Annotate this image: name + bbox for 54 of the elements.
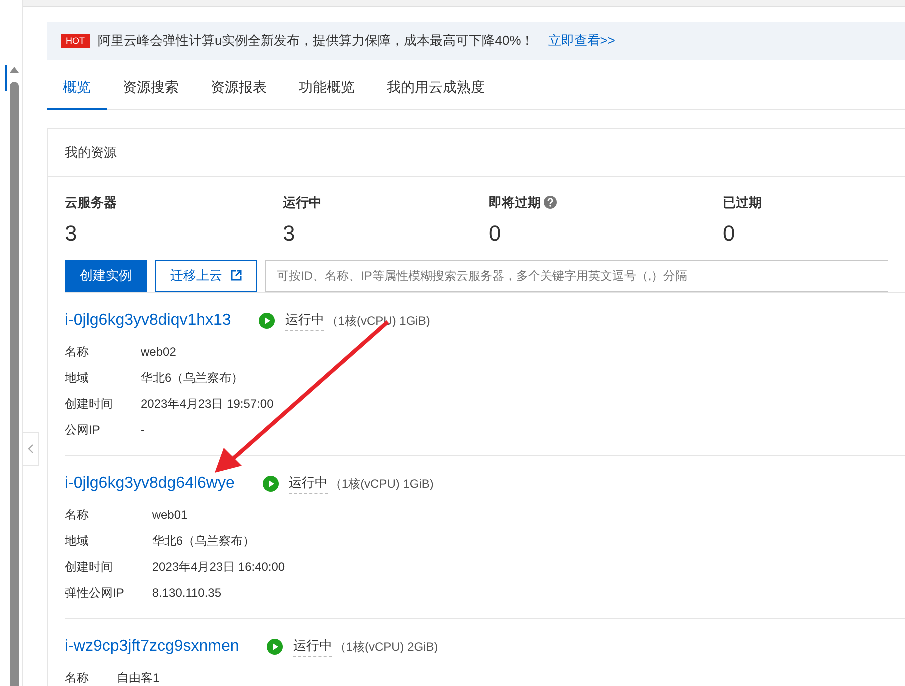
hot-badge: HOT <box>61 34 90 48</box>
tab[interactable]: 资源报表 <box>195 70 283 110</box>
stat-value: 0 <box>489 220 502 248</box>
search-field[interactable]: 可按ID、名称、IP等属性模糊搜索云服务器，多个关键字用英文逗号（,）分隔 <box>265 260 888 292</box>
instance-id-link[interactable]: i-0jlg6kg3yv8diqv1hx13 <box>65 308 232 332</box>
scrollbar-thumb[interactable] <box>10 82 19 686</box>
collapse-button[interactable] <box>23 432 39 466</box>
field-label: 创建时间 <box>65 558 114 576</box>
field-value: 2023年4月23日 16:40:00 <box>152 558 286 576</box>
status-text[interactable]: 运行中 <box>293 636 332 657</box>
scroll-up-icon[interactable] <box>10 67 19 73</box>
instance-spec: （1核(vCPU) 1GiB) <box>330 476 434 492</box>
chevron-left-icon <box>28 444 34 454</box>
instance-spec: （1核(vCPU) 2GiB) <box>334 638 438 656</box>
field-label: 弹性公网IP <box>65 584 124 602</box>
promo-link[interactable]: 立即查看>> <box>548 31 616 51</box>
stat-value: 3 <box>65 220 78 248</box>
stat-value: 0 <box>723 220 736 248</box>
tab[interactable]: 功能概览 <box>283 70 371 110</box>
field-value: - <box>141 422 146 438</box>
field-label: 公网IP <box>65 422 102 438</box>
status-text[interactable]: 运行中 <box>288 473 328 494</box>
promo-text: 阿里云峰会弹性计算u实例全新发布，提供算力保障，成本最高可下降40%！ <box>98 32 534 50</box>
instance-id-link[interactable]: i-wz9cp3jft7zcg9sxnmen <box>65 634 240 658</box>
stat-label: 云服务器 <box>65 194 117 212</box>
field-label: 地域 <box>65 370 90 386</box>
create-instance-button[interactable]: 创建实例 <box>65 260 147 292</box>
stat-label: 运行中 <box>283 194 322 212</box>
field-value: web02 <box>141 344 178 360</box>
help-icon[interactable] <box>544 196 558 210</box>
field-value: 华北6（乌兰察布） <box>152 532 256 550</box>
instance-spec: （1核(vCPU) 1GiB) <box>326 312 430 330</box>
active-indicator <box>5 65 7 91</box>
tab[interactable]: 资源搜索 <box>107 70 195 110</box>
field-value: 2023年4月23日 19:57:00 <box>141 396 275 412</box>
field-value: 华北6（乌兰察布） <box>141 370 245 386</box>
field-label: 创建时间 <box>65 396 113 412</box>
tab[interactable]: 我的用云成熟度 <box>371 70 501 110</box>
stat-label: 即将过期 <box>489 194 541 212</box>
tab[interactable]: 概览 <box>47 70 107 110</box>
field-value: web01 <box>152 506 189 524</box>
field-value: 自由客1 <box>117 670 161 686</box>
field-label: 名称 <box>65 344 90 360</box>
panel-title: 我的资源 <box>48 129 905 177</box>
field-label: 地域 <box>65 532 90 550</box>
field-value: 8.130.110.35 <box>152 584 223 602</box>
migrate-button[interactable]: 迁移上云 <box>155 260 257 292</box>
stat-label: 已过期 <box>723 194 762 212</box>
field-label: 名称 <box>65 670 89 686</box>
stat-value: 3 <box>283 220 296 248</box>
instance-id-link[interactable]: i-0jlg6kg3yv8dg64l6wye <box>65 472 235 496</box>
external-link-icon <box>230 270 242 281</box>
status-text[interactable]: 运行中 <box>285 310 324 331</box>
field-label: 名称 <box>65 506 90 524</box>
